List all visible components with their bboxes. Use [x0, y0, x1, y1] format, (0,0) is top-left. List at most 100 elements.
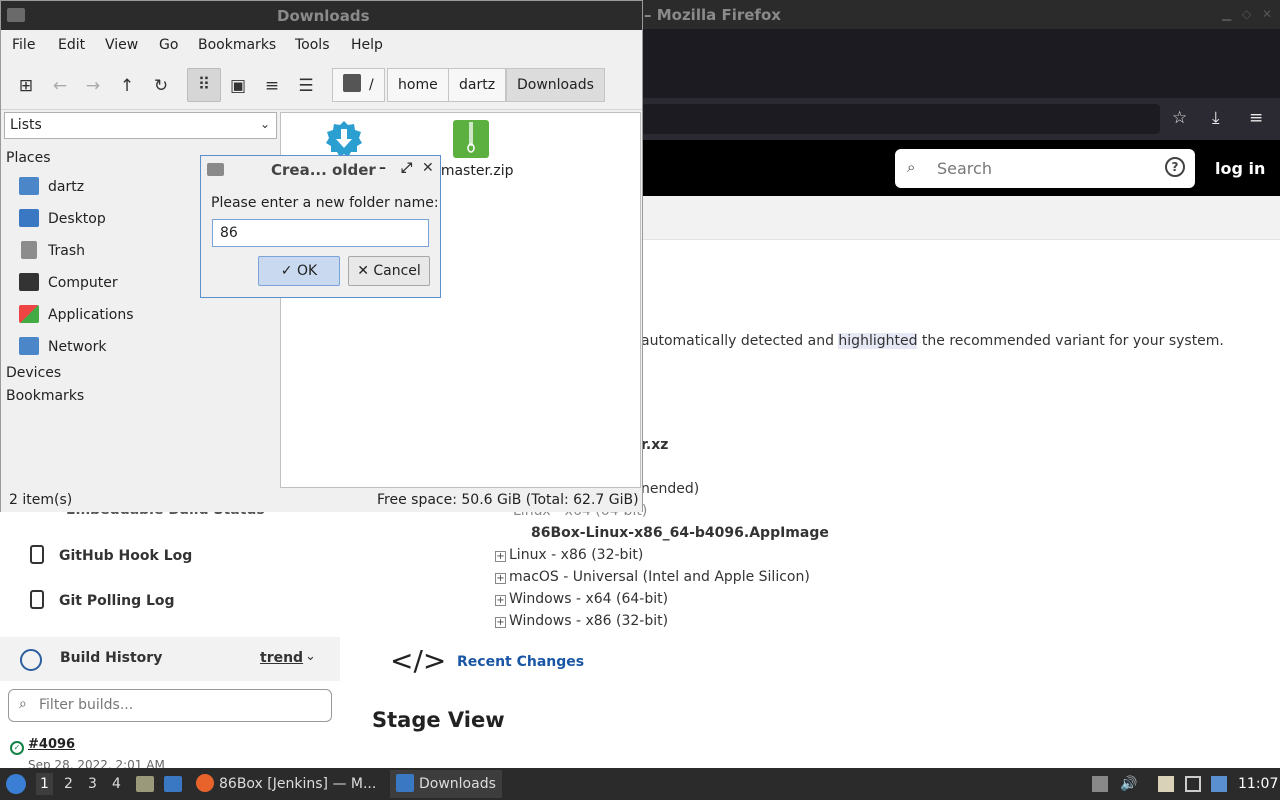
task-firefox[interactable]: 86Box [Jenkins] — M...: [190, 770, 382, 798]
build-history-title: Build History: [60, 650, 163, 666]
breadcrumb-dartz[interactable]: dartz: [448, 68, 507, 102]
trash-icon: [21, 241, 37, 259]
workspace-3[interactable]: 3: [88, 776, 97, 792]
sidebar-item-label: dartz: [48, 179, 85, 195]
workspace-4[interactable]: 4: [112, 776, 121, 792]
menu-edit[interactable]: Edit: [58, 37, 85, 53]
variant-row[interactable]: + Linux - x86 (32-bit): [495, 547, 643, 563]
menu-go[interactable]: Go: [159, 37, 178, 53]
task-label: 86Box [Jenkins] — M...: [219, 776, 377, 792]
help-icon[interactable]: ?: [1165, 157, 1185, 177]
menu-bookmarks[interactable]: Bookmarks: [198, 37, 276, 53]
sidebar-item-label: Trash: [48, 243, 85, 259]
github-hook-log-link[interactable]: GitHub Hook Log: [30, 545, 192, 564]
menu-file[interactable]: File: [12, 37, 35, 53]
expand-icon[interactable]: +: [495, 573, 506, 584]
start-menu-icon[interactable]: [6, 774, 26, 794]
search-icon: ⌕: [907, 158, 916, 176]
minimize-icon[interactable]: ▁: [1222, 7, 1231, 21]
reload-icon[interactable]: ↻: [148, 73, 174, 99]
menu-help[interactable]: Help: [351, 37, 383, 53]
trend-link[interactable]: trend: [260, 650, 303, 666]
git-polling-log-link[interactable]: Git Polling Log: [30, 590, 175, 609]
volume-icon[interactable]: 🔊: [1120, 776, 1137, 792]
file-manager-launcher-icon[interactable]: [136, 776, 154, 792]
desc-text: automatically detected and: [641, 333, 839, 349]
ok-button[interactable]: ✓ OK: [258, 256, 340, 286]
bookmarks-header[interactable]: Bookmarks: [6, 388, 84, 404]
side-pane-mode-select[interactable]: Lists ⌄: [4, 112, 277, 139]
artifact-xz[interactable]: r.xz: [641, 437, 668, 453]
network-icon[interactable]: [1185, 776, 1201, 792]
devices-header[interactable]: Devices: [6, 365, 61, 381]
new-tab-icon[interactable]: ⊞: [13, 73, 39, 99]
variant-label: Windows - x64 (64-bit): [509, 591, 669, 607]
ok-label: OK: [296, 263, 318, 279]
back-icon[interactable]: ←: [47, 73, 73, 99]
detailed-view-icon[interactable]: ☰: [293, 73, 319, 99]
clipboard-icon[interactable]: [1158, 776, 1174, 792]
recent-changes-link[interactable]: </> Recent Changes: [390, 644, 584, 677]
drive-icon: [343, 74, 361, 92]
filter-builds-input[interactable]: ⌕ Filter builds...: [8, 689, 332, 722]
menu-tools[interactable]: Tools: [295, 37, 330, 53]
search-icon: ⌕: [19, 696, 27, 712]
side-pane-mode-value: Lists: [10, 117, 42, 133]
workspace-2[interactable]: 2: [64, 776, 73, 792]
home-folder-icon: [19, 177, 39, 195]
up-icon[interactable]: ↑: [114, 73, 140, 99]
variant-row[interactable]: + Windows - x86 (32-bit): [495, 613, 668, 629]
compact-view-icon[interactable]: ≡: [259, 73, 285, 99]
hamburger-menu-icon[interactable]: ≡: [1249, 108, 1263, 128]
clipboard-icon: [30, 545, 44, 564]
sidebar-item-label: Applications: [48, 307, 134, 323]
file-manager-titlebar: Downloads: [1, 1, 642, 30]
download-package-icon: [326, 121, 362, 157]
minimize-icon[interactable]: –: [379, 160, 386, 176]
git-polling-label: Git Polling Log: [59, 593, 175, 609]
sidebar-item-network[interactable]: Network: [19, 337, 269, 359]
menu-view[interactable]: View: [105, 37, 138, 53]
firefox-url-bar[interactable]: [560, 104, 1160, 134]
variant-row[interactable]: + Windows - x64 (64-bit): [495, 591, 668, 607]
breadcrumb-root[interactable]: /: [332, 68, 385, 102]
download-icon[interactable]: ⤓: [1212, 108, 1220, 128]
variant-row[interactable]: + macOS - Universal (Intel and Apple Sili…: [495, 569, 810, 585]
workspace-1[interactable]: 1: [36, 773, 53, 795]
thumbnail-view-icon[interactable]: ▣: [225, 73, 251, 99]
dialog-titlebar[interactable]: Crea... older – ⤢ ✕: [201, 156, 440, 183]
icon-view-icon[interactable]: ⠿: [187, 68, 221, 102]
build-link[interactable]: ✓ #4096: [10, 737, 75, 755]
expand-icon[interactable]: +: [495, 617, 506, 628]
variant-label: macOS - Universal (Intel and Apple Silic…: [509, 569, 810, 585]
close-icon[interactable]: ✕: [422, 160, 434, 176]
breadcrumb-label: /: [369, 77, 374, 93]
expand-icon[interactable]: +: [495, 551, 506, 562]
chevron-down-icon[interactable]: ⌄: [305, 649, 316, 664]
maximize-icon[interactable]: ⤢: [401, 160, 412, 176]
cancel-button[interactable]: ✕ Cancel: [348, 256, 430, 286]
task-label: Downloads: [419, 776, 496, 792]
chevron-down-icon: ⌄: [259, 117, 270, 131]
updates-icon[interactable]: [1211, 776, 1227, 792]
breadcrumb-home[interactable]: home: [387, 68, 449, 102]
sidebar-item-applications[interactable]: Applications: [19, 305, 269, 327]
artifact-appimage[interactable]: 86Box-Linux-x86_64-b4096.AppImage: [531, 525, 829, 541]
login-link[interactable]: log in: [1215, 159, 1265, 178]
folder-icon: [207, 163, 224, 176]
clock[interactable]: 11:07: [1238, 776, 1278, 792]
folder-name-input[interactable]: [212, 219, 429, 247]
bookmark-star-icon[interactable]: ☆: [1172, 108, 1187, 128]
forward-icon[interactable]: →: [80, 73, 106, 99]
show-desktop-icon[interactable]: [164, 776, 182, 792]
task-downloads[interactable]: Downloads: [390, 770, 502, 798]
maximize-icon[interactable]: ◇: [1242, 7, 1251, 21]
breadcrumb-downloads[interactable]: Downloads: [506, 68, 605, 102]
variant-label: Linux - x86 (32-bit): [509, 547, 644, 563]
tray-icon[interactable]: [1092, 776, 1108, 792]
create-folder-dialog: Crea... older – ⤢ ✕ Please enter a new f…: [200, 155, 441, 298]
stage-view-heading: Stage View: [372, 708, 505, 732]
close-icon[interactable]: ✕: [1262, 7, 1272, 21]
expand-icon[interactable]: +: [495, 595, 506, 606]
jenkins-search-box[interactable]: ⌕ Search ?: [895, 149, 1195, 188]
